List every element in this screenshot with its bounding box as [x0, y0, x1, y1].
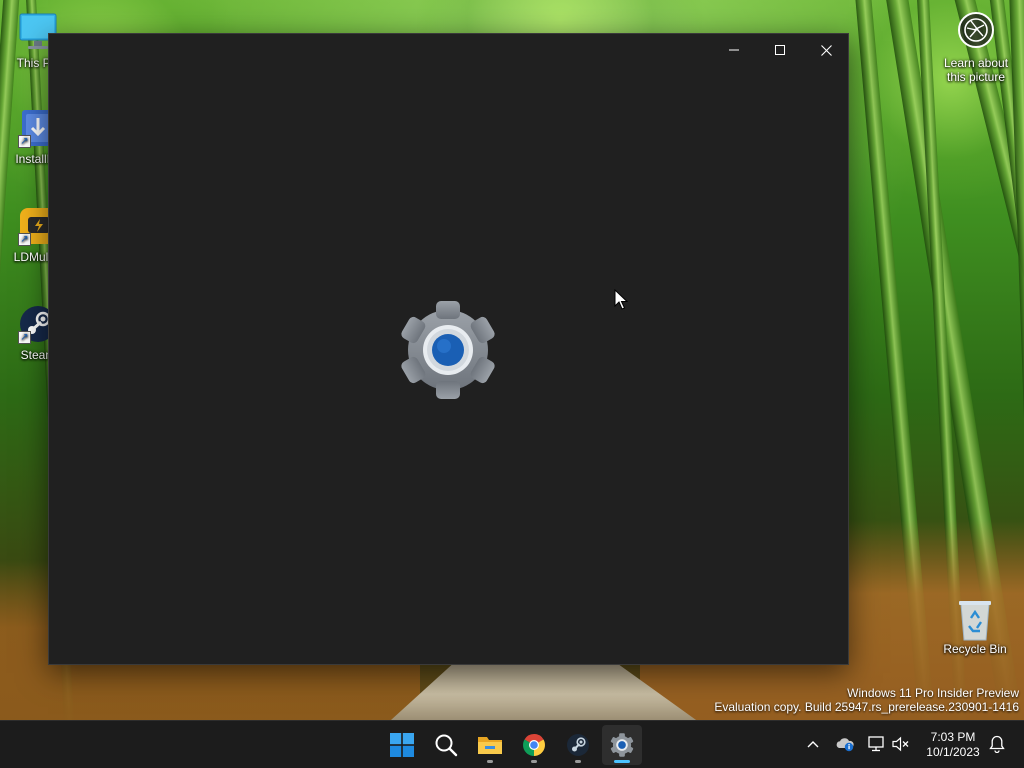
minimize-button[interactable]	[711, 34, 757, 66]
evaluation-watermark: Windows 11 Pro Insider Preview Evaluatio…	[714, 686, 1019, 714]
watermark-edition: Windows 11 Pro Insider Preview	[847, 686, 1019, 700]
volume-muted-icon	[892, 736, 909, 752]
settings-window[interactable]	[48, 33, 849, 665]
search-icon	[435, 734, 458, 757]
running-indicator	[575, 760, 581, 763]
mouse-cursor-icon	[614, 289, 628, 310]
watermark-build: Evaluation copy. Build 25947.rs_prerelea…	[714, 700, 1019, 714]
running-indicator	[487, 760, 493, 763]
taskbar: 7:03 PM 10/1/2023	[0, 720, 1024, 768]
notification-bell-icon	[989, 735, 1005, 753]
onedrive-tray-icon[interactable]	[834, 733, 856, 755]
network-icon	[868, 736, 884, 752]
recycle-bin-icon	[955, 598, 995, 641]
active-indicator	[614, 760, 630, 763]
learn-about-picture[interactable]: Learn about this picture	[936, 12, 1016, 84]
chrome-icon	[523, 734, 545, 756]
network-tray-icon[interactable]	[866, 733, 888, 755]
chevron-up-icon	[807, 741, 819, 748]
show-hidden-icons-button[interactable]	[802, 733, 824, 755]
desktop-icon-label: Recycle Bin	[943, 642, 1007, 656]
settings-gear-icon	[398, 300, 498, 400]
taskbar-chrome[interactable]	[514, 725, 554, 765]
notifications-button[interactable]	[986, 733, 1008, 755]
learn-line-2: this picture	[946, 70, 1006, 84]
settings-gear-icon	[610, 733, 634, 757]
minimize-icon	[729, 49, 739, 51]
close-button[interactable]	[803, 34, 849, 66]
maximize-button[interactable]	[757, 34, 803, 66]
shortcut-arrow-icon: ↗	[18, 135, 31, 148]
running-indicator	[531, 760, 537, 763]
maximize-icon	[775, 45, 785, 55]
taskbar-start-button[interactable]	[382, 725, 422, 765]
taskbar-settings[interactable]	[602, 725, 642, 765]
windows-start-icon	[390, 733, 414, 757]
shortcut-arrow-icon: ↗	[18, 331, 31, 344]
learn-line-1: Learn about	[943, 56, 1009, 70]
taskbar-search-button[interactable]	[426, 725, 466, 765]
taskbar-steam[interactable]	[558, 725, 598, 765]
desktop-icon-recycle-bin[interactable]: Recycle Bin	[937, 598, 1013, 656]
shortcut-arrow-icon: ↗	[18, 233, 31, 246]
camera-aperture-icon	[958, 12, 994, 48]
folder-icon	[478, 737, 502, 754]
close-icon	[820, 44, 832, 56]
taskbar-file-explorer[interactable]	[470, 725, 510, 765]
onedrive-icon	[836, 738, 854, 752]
volume-tray-icon[interactable]	[890, 733, 912, 755]
taskbar-clock[interactable]: 7:03 PM 10/1/2023	[916, 730, 990, 760]
steam-icon	[567, 734, 589, 756]
clock-time: 7:03 PM	[930, 730, 976, 744]
clock-date: 10/1/2023	[926, 745, 980, 759]
